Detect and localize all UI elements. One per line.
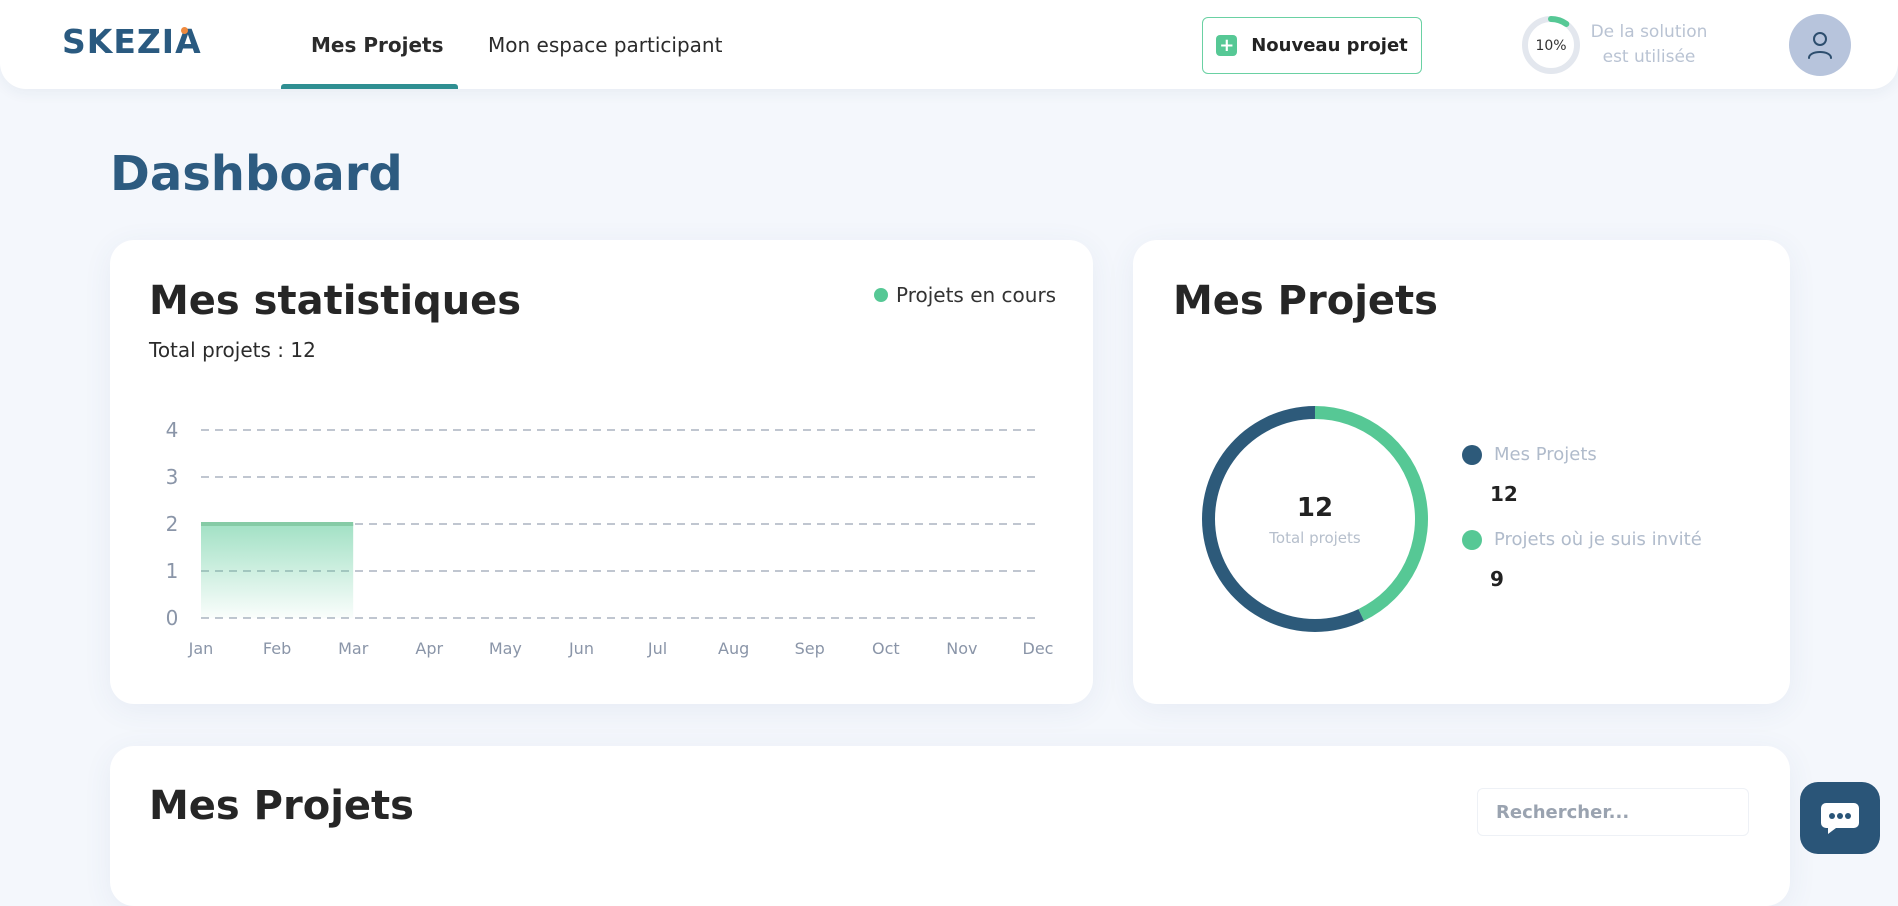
y-tick-label: 1 <box>166 559 179 583</box>
statistics-title: Mes statistiques <box>149 278 522 324</box>
donut-center-label: Total projets <box>1269 529 1361 547</box>
usage-progress-ring: 10% <box>1522 16 1580 74</box>
x-tick-label: Nov <box>946 639 977 658</box>
legend-value-mes-projets: 12 <box>1490 482 1518 506</box>
search-input[interactable] <box>1477 788 1749 836</box>
chat-icon <box>1821 803 1859 834</box>
y-tick-label: 0 <box>166 606 179 630</box>
x-tick-label: May <box>489 639 522 658</box>
legend-dot-invited <box>1462 529 1482 550</box>
projects-list-title: Mes Projets <box>149 783 414 829</box>
usage-text-line2: est utilisée <box>1602 47 1696 67</box>
legend-label-invited: Projets où je suis invité <box>1494 529 1702 550</box>
usage-text: De la solution est utilisée <box>1578 20 1720 70</box>
legend-label: Projets en cours <box>896 283 1057 307</box>
plus-icon: + <box>1216 35 1238 56</box>
tab-mon-espace-participant[interactable]: Mon espace participant <box>488 0 722 89</box>
donut-legend-invited: Projets où je suis invité <box>1462 529 1702 550</box>
chart-legend: Projets en cours <box>874 283 1056 307</box>
x-tick-label: Jun <box>568 639 594 658</box>
x-tick-label: Jan <box>188 639 214 658</box>
donut-legend-mes-projets: Mes Projets <box>1462 444 1597 465</box>
new-project-button[interactable]: + Nouveau projet <box>1202 17 1422 74</box>
page-title: Dashboard <box>110 146 403 202</box>
x-tick-label: Aug <box>718 639 749 658</box>
legend-label-mes-projets: Mes Projets <box>1494 444 1597 465</box>
x-tick-label: Sep <box>795 639 825 658</box>
x-tick-label: Oct <box>872 639 900 658</box>
y-tick-label: 4 <box>166 418 179 442</box>
logo-dot <box>181 27 188 34</box>
area-fill <box>201 524 354 618</box>
legend-dot <box>874 288 888 302</box>
chat-button[interactable] <box>1800 782 1880 854</box>
x-tick-label: Feb <box>263 639 291 658</box>
y-tick-label: 2 <box>166 512 179 536</box>
usage-percent: 10% <box>1535 38 1566 54</box>
usage-text-line1: De la solution <box>1590 22 1708 42</box>
user-icon <box>1808 32 1832 59</box>
tab-mes-projets[interactable]: Mes Projets <box>311 0 443 89</box>
active-tab-indicator <box>281 84 458 89</box>
legend-value-invited: 9 <box>1490 567 1504 591</box>
total-projects-text: Total projets : 12 <box>149 338 316 362</box>
donut-center-value: 12 <box>1296 493 1334 523</box>
projects-area-chart: 0 1 2 3 4 Jan Feb Mar Apr May Jun Jul Aug Sep Oct Nov De… <box>166 418 1054 658</box>
legend-dot-mes-projets <box>1462 444 1482 465</box>
y-tick-label: 3 <box>166 465 179 489</box>
x-tick-label: Apr <box>415 639 443 658</box>
x-tick-label: Dec <box>1023 639 1054 658</box>
user-avatar[interactable] <box>1789 14 1851 76</box>
x-tick-label: Jul <box>647 639 667 658</box>
x-tick-label: Mar <box>338 639 369 658</box>
projects-summary-title: Mes Projets <box>1173 278 1438 324</box>
new-project-label: Nouveau projet <box>1251 35 1408 56</box>
